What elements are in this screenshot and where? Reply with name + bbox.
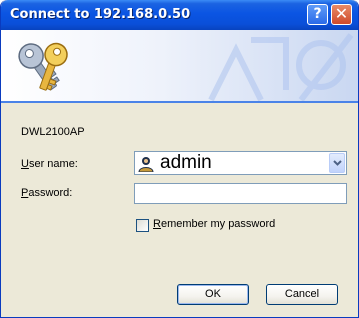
username-dropdown-button[interactable]	[329, 153, 345, 173]
password-label: Password:	[21, 187, 72, 199]
login-dialog: Connect to 192.168.0.50 ? ✕ DWL2100AP Us…	[0, 0, 359, 318]
dialog-banner	[1, 30, 358, 103]
server-name: DWL2100AP	[21, 126, 85, 138]
help-button[interactable]: ?	[307, 4, 328, 25]
remember-label-text: emember my password	[160, 218, 276, 230]
chevron-down-icon	[333, 160, 342, 166]
cancel-button[interactable]: Cancel	[266, 284, 338, 305]
user-icon	[138, 157, 154, 172]
close-button[interactable]: ✕	[331, 4, 352, 25]
username-label-text: ser name:	[28, 158, 78, 170]
username-combobox[interactable]: admin	[134, 151, 347, 175]
title-bar[interactable]: Connect to 192.168.0.50 ? ✕	[1, 0, 358, 30]
username-value: admin	[160, 152, 212, 173]
remember-password-checkbox[interactable]	[136, 219, 149, 232]
password-field[interactable]	[134, 183, 347, 204]
password-label-text: assword:	[28, 187, 73, 199]
remember-password-label[interactable]: Remember my password	[153, 218, 275, 230]
username-label: User name:	[21, 158, 78, 170]
banner-decoration	[208, 33, 354, 101]
remember-label-hotkey: R	[153, 218, 161, 230]
username-label-hotkey: U	[21, 158, 29, 170]
window-title: Connect to 192.168.0.50	[10, 7, 191, 22]
ok-button[interactable]: OK	[177, 284, 249, 305]
keys-icon	[18, 42, 68, 91]
